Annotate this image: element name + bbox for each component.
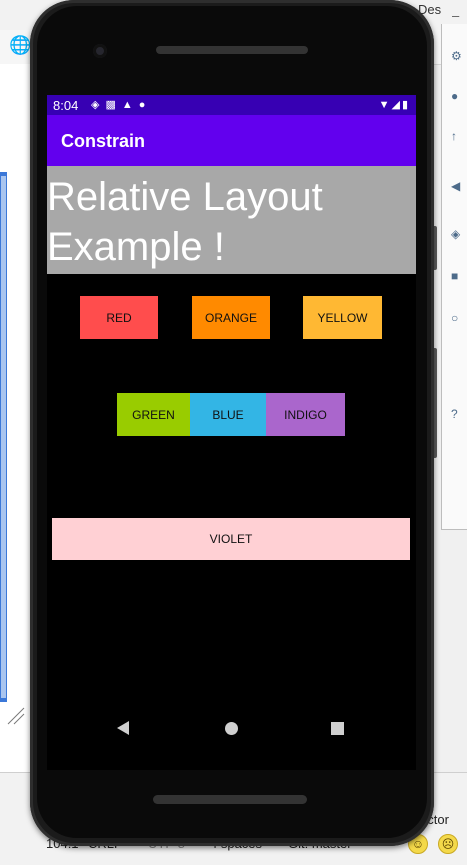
orange-button[interactable]: ORANGE	[192, 296, 270, 339]
camera-icon	[93, 44, 107, 58]
settings-icon[interactable]: ⚙	[451, 50, 463, 62]
signal-battery-icons: ▼◢▮	[378, 99, 410, 111]
speaker-bottom	[153, 795, 307, 804]
help-icon[interactable]: ○	[451, 312, 463, 324]
red-button[interactable]: RED	[80, 296, 158, 339]
info-icon[interactable]: ■	[451, 270, 463, 282]
ide-layout-outline-inner	[1, 176, 6, 698]
component-icon[interactable]: ◈	[451, 228, 463, 240]
headline-box: Relative Layout Example !	[47, 166, 416, 274]
resize-grip-icon[interactable]	[6, 706, 26, 726]
indigo-button[interactable]: INDIGO	[266, 393, 345, 436]
sad-feedback-icon[interactable]: ☹	[438, 834, 458, 854]
status-bar: 8:04 ◈▩▲● ▼◢▮	[47, 95, 416, 115]
blue-button[interactable]: BLUE	[190, 393, 266, 436]
home-icon[interactable]	[225, 722, 238, 735]
panel-minimize-icon[interactable]: –	[452, 8, 459, 23]
device-screen: 8:04 ◈▩▲● ▼◢▮ Constrain Relative Layout …	[47, 95, 416, 770]
green-button[interactable]: GREEN	[117, 393, 190, 436]
palette-icon[interactable]: ●	[451, 90, 463, 102]
back-icon[interactable]	[117, 721, 129, 735]
app-title: Constrain	[61, 131, 146, 151]
speaker-top	[156, 46, 308, 54]
question-icon[interactable]: ?	[451, 408, 463, 420]
status-time: 8:04	[53, 98, 79, 113]
app-bar: Constrain	[47, 115, 416, 166]
headline-text: Relative Layout Example !	[47, 175, 323, 269]
notification-icons: ◈▩▲●	[91, 99, 152, 111]
violet-button[interactable]: VIOLET	[52, 518, 410, 560]
globe-icon[interactable]: 🌐	[9, 36, 31, 54]
yellow-button[interactable]: YELLOW	[303, 296, 382, 339]
recents-icon[interactable]	[331, 722, 344, 735]
arrow-icon[interactable]: ↑	[451, 130, 463, 142]
attribute-icon[interactable]: ◀	[451, 180, 463, 192]
